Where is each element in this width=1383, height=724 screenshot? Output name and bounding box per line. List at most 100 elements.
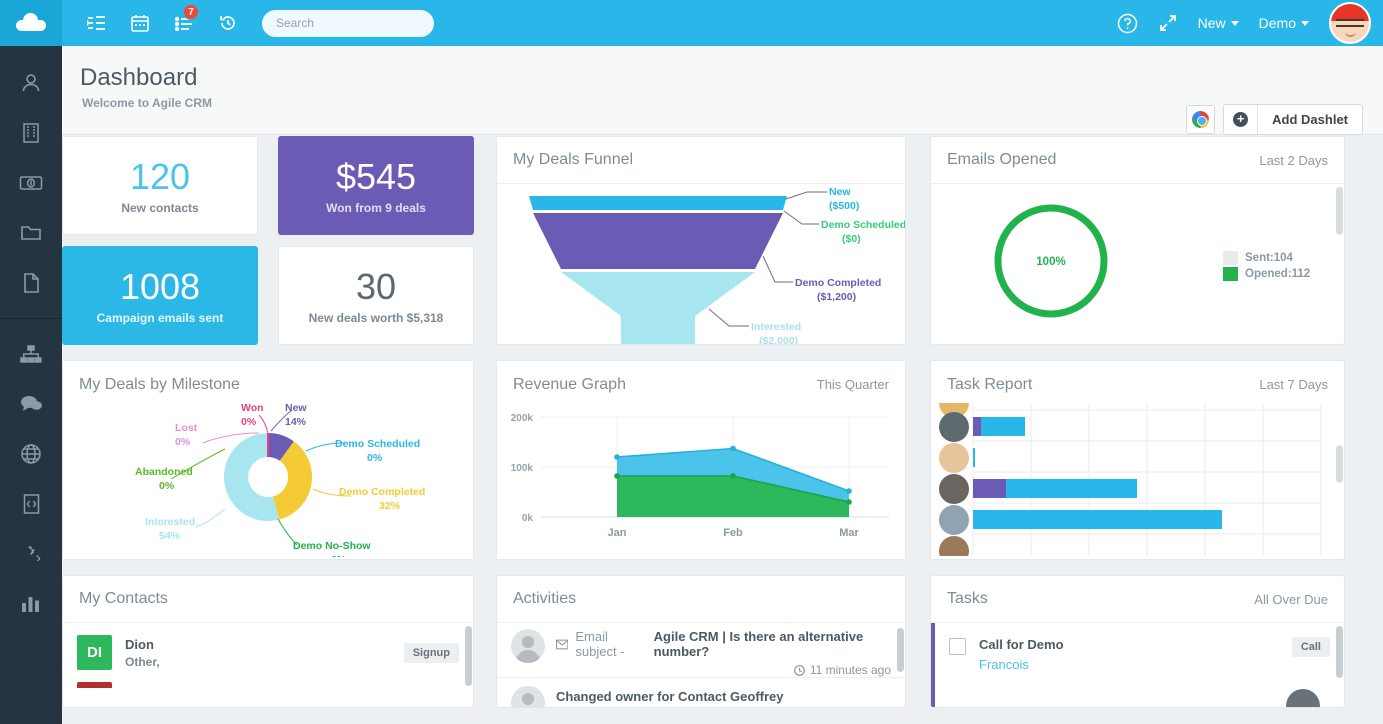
svg-text:0%: 0% <box>159 480 175 492</box>
card-header: Task Report Last 7 Days <box>931 361 1344 408</box>
sidebar-item-web-rules[interactable] <box>0 429 62 479</box>
sidebar-item-support[interactable] <box>0 379 62 429</box>
sidebar-item-notes[interactable] <box>0 258 62 308</box>
indent-list-icon[interactable] <box>80 6 112 40</box>
sidebar-item-reports[interactable] <box>0 579 62 629</box>
account-menu-button[interactable]: Demo <box>1259 15 1309 31</box>
task-avatar <box>939 505 969 535</box>
card-scrollbar[interactable] <box>1336 187 1343 235</box>
card-scrollbar[interactable] <box>1336 445 1343 483</box>
task-tag[interactable]: Call <box>1292 637 1330 657</box>
contact-tag[interactable]: Signup <box>404 643 459 663</box>
contact-avatar <box>77 682 112 688</box>
folder-icon <box>20 224 42 242</box>
sidebar-item-campaigns[interactable] <box>0 329 62 379</box>
chevron-down-icon <box>1231 21 1239 26</box>
legend-item-sent: Sent:104 <box>1223 251 1310 265</box>
stat-value: $545 <box>336 156 416 198</box>
sidebar-item-contacts[interactable] <box>0 58 62 108</box>
list-item[interactable]: Email subject - Agile CRM | Is there an … <box>497 623 905 677</box>
question-circle-icon[interactable] <box>1117 13 1138 34</box>
topbar-right-group: New Demo <box>1117 2 1383 44</box>
list-item[interactable]: DI Dion Other, Signup <box>63 623 473 682</box>
deals-funnel-card: My Deals Funnel New ($500) Demo Schedule… <box>496 136 906 345</box>
activity-prefix: Email subject - <box>575 629 650 659</box>
stat-tile-won-deals[interactable]: $545 Won from 9 deals <box>278 136 474 235</box>
funnel-chart: New ($500) Demo Scheduled ($0) Demo Comp… <box>497 184 905 344</box>
svg-text:0%: 0% <box>331 554 347 557</box>
file-icon <box>22 272 40 294</box>
x-tick-mar: Mar <box>839 527 859 539</box>
bar-pending-row1 <box>973 417 981 436</box>
new-menu-button[interactable]: New <box>1198 15 1239 31</box>
building-icon <box>21 122 41 144</box>
list-item[interactable]: Call for Demo Francois Call <box>931 623 1344 672</box>
x-tick-jan: Jan <box>608 527 627 539</box>
sidebar-item-companies[interactable] <box>0 108 62 158</box>
stat-value: 1008 <box>120 266 200 308</box>
stat-label: New deals worth $5,318 <box>309 311 444 325</box>
sitemap-icon <box>20 344 42 364</box>
activity-text: Agile CRM | Is there an alternative numb… <box>654 629 891 659</box>
card-scrollbar[interactable] <box>1336 626 1343 678</box>
card-header: My Contacts <box>63 576 473 623</box>
milestone-label-abandoned: Abandoned <box>135 466 193 478</box>
task-checkbox[interactable] <box>949 638 966 655</box>
money-icon <box>19 174 43 192</box>
stat-tile-new-deals[interactable]: 30 New deals worth $5,318 <box>278 246 474 345</box>
app-logo[interactable] <box>0 0 62 46</box>
card-title: Task Report <box>947 376 1032 394</box>
svg-text:($2,000): ($2,000) <box>759 335 798 344</box>
card-header: My Deals Funnel <box>497 137 905 184</box>
svg-text:0%: 0% <box>175 436 191 448</box>
sidebar-item-web-forms[interactable] <box>0 479 62 529</box>
page-header-actions: + Add Dashlet <box>1186 104 1363 135</box>
account-menu-label: Demo <box>1259 15 1296 31</box>
user-avatar[interactable] <box>1329 2 1371 44</box>
activity-text: Changed owner for Contact Geoffrey <box>556 686 784 708</box>
card-scrollbar[interactable] <box>897 628 904 672</box>
y-tick-0k: 0k <box>522 513 534 524</box>
revenue-area-chart: 200k 100k 0k Jan Feb Mar <box>497 405 905 555</box>
expand-arrows-icon[interactable] <box>1158 13 1178 33</box>
search-box[interactable] <box>262 10 434 37</box>
contact-meta: Other, <box>125 655 160 669</box>
svg-text:0%: 0% <box>241 416 257 428</box>
emails-opened-card: Emails Opened Last 2 Days 100% Sent:104 … <box>930 136 1345 345</box>
sidebar-item-settings[interactable] <box>0 529 62 579</box>
calendar-icon[interactable] <box>124 6 156 40</box>
stat-value: 30 <box>356 266 396 308</box>
task-report-bar-chart <box>936 403 1336 556</box>
milestone-label-demo-noshow: Demo No-Show <box>293 540 371 552</box>
left-sidebar <box>0 46 62 724</box>
list-item[interactable]: Changed owner for Contact Geoffrey <box>497 677 905 708</box>
dashboard-grid: 120 New contacts $545 Won from 9 deals 1… <box>62 136 1383 724</box>
page-title: Dashboard <box>80 64 197 92</box>
chrome-extension-icon[interactable] <box>1186 105 1215 134</box>
task-person[interactable]: Francois <box>979 657 1064 672</box>
add-dashlet-button[interactable]: + Add Dashlet <box>1223 104 1363 135</box>
legend-swatch <box>1223 251 1238 265</box>
history-clock-icon[interactable] <box>212 6 244 40</box>
stat-tile-campaign-emails[interactable]: 1008 Campaign emails sent <box>62 246 258 345</box>
card-filter[interactable]: All Over Due <box>1254 592 1328 607</box>
chevron-down-icon <box>1301 21 1309 26</box>
card-title: My Deals Funnel <box>513 151 633 169</box>
milestone-label-demo-completed: Demo Completed <box>339 486 425 498</box>
sidebar-item-deals[interactable] <box>0 158 62 208</box>
card-scrollbar[interactable] <box>465 626 472 686</box>
task-avatar <box>939 474 969 504</box>
svg-text:0%: 0% <box>367 452 383 464</box>
tasks-list-icon[interactable]: 7 <box>168 6 200 40</box>
card-period: This Quarter <box>817 377 889 392</box>
search-input[interactable] <box>276 16 431 30</box>
sidebar-item-documents[interactable] <box>0 208 62 258</box>
task-avatar <box>1286 689 1320 708</box>
card-header: Emails Opened Last 2 Days <box>931 137 1344 184</box>
stat-value: 120 <box>130 156 190 198</box>
cloud-icon <box>16 13 46 33</box>
contact-name: Dion <box>125 637 160 652</box>
stat-tile-new-contacts[interactable]: 120 New contacts <box>62 136 258 235</box>
person-icon <box>20 72 42 94</box>
bar-completed-row2 <box>973 448 975 467</box>
